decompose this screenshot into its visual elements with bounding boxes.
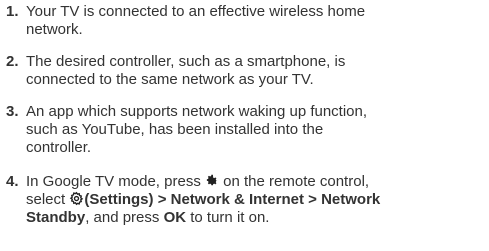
- item-line: select (Settings) > Network & Internet >…: [26, 191, 488, 209]
- item-line: In Google TV mode, press on the remote c…: [26, 173, 488, 191]
- item-line: controller.: [26, 139, 92, 156]
- item-line: such as YouTube, has been installed into…: [26, 121, 324, 138]
- text-segment: (Settings) > Network & Internet > Networ…: [84, 191, 381, 208]
- item-number: 1.: [6, 3, 19, 20]
- text-segment: to turn it on.: [186, 209, 270, 226]
- text-segment: Standby: [26, 209, 86, 226]
- item-line: The desired controller, such as a smartp…: [26, 53, 346, 70]
- item-number: 2.: [6, 53, 19, 70]
- text-segment: In Google TV mode, press: [26, 173, 205, 190]
- item-line: An app which supports network waking up …: [26, 103, 368, 120]
- instruction-list: 1. Your TV is connected to an effective …: [0, 0, 489, 251]
- item-text: The desired controller, such as a smartp…: [26, 53, 488, 89]
- item-line: Standby, and press OK to turn it on.: [26, 209, 488, 227]
- item-text: Your TV is connected to an effective wir…: [26, 3, 488, 39]
- text-segment: select: [26, 191, 70, 208]
- text-segment: on the remote control,: [218, 173, 370, 190]
- text-segment: , and press: [85, 209, 164, 226]
- item-line: Your TV is connected to an effective wir…: [26, 3, 366, 20]
- item-line: connected to the same network as your TV…: [26, 71, 314, 88]
- item-text: In Google TV mode, press on the remote c…: [26, 173, 488, 227]
- text-segment: OK: [163, 209, 187, 226]
- gear-icon: [206, 174, 218, 186]
- item-number: 3.: [6, 103, 19, 120]
- item-number: 4.: [6, 173, 19, 190]
- settings-icon: [70, 191, 84, 206]
- item-text: An app which supports network waking up …: [26, 103, 488, 157]
- item-line: network.: [26, 21, 83, 38]
